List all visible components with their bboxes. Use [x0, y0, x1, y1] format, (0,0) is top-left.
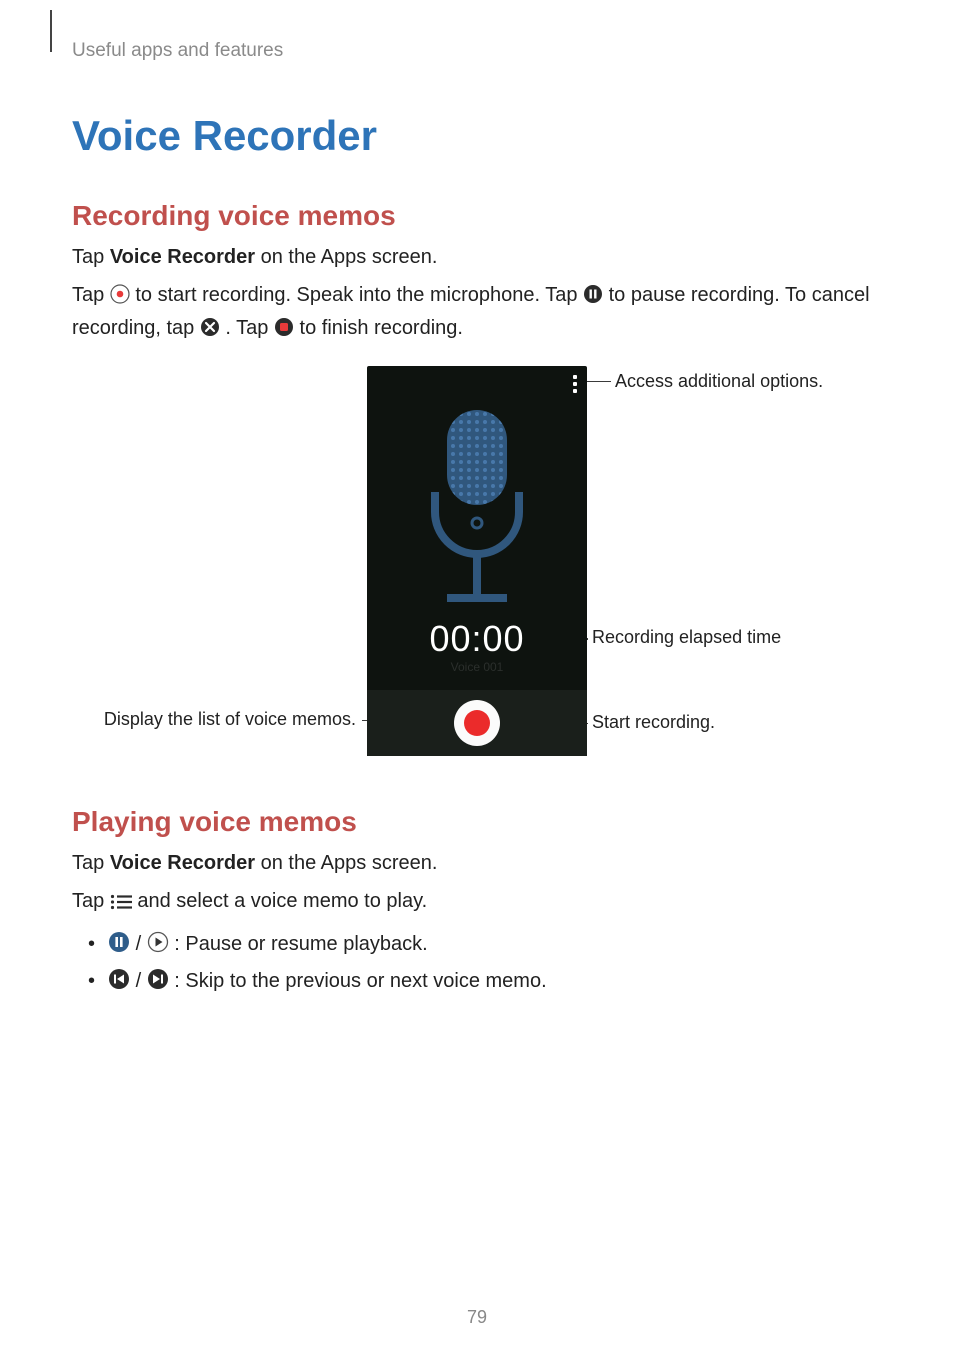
page-title: Voice Recorder	[72, 112, 882, 160]
callout-list: Display the list of voice memos.	[96, 709, 356, 730]
callout-record: Start recording.	[592, 712, 715, 733]
stop-icon	[274, 316, 294, 346]
section-heading-playing: Playing voice memos	[72, 806, 882, 838]
pause-filled-icon	[108, 930, 130, 964]
cancel-icon	[200, 316, 220, 346]
recording-paragraph-2: Tap to start recording. Speak into the m…	[72, 280, 882, 346]
timer-display: 00:00	[367, 618, 587, 660]
recording-paragraph-1: Tap Voice Recorder on the Apps screen.	[72, 242, 882, 272]
play-outline-icon	[147, 930, 169, 964]
microphone-icon	[417, 410, 537, 610]
page-number: 79	[0, 1307, 954, 1328]
callout-options: Access additional options.	[615, 371, 823, 392]
section-heading-recording: Recording voice memos	[72, 200, 882, 232]
playing-paragraph-2: Tap and select a voice memo to play.	[72, 886, 882, 919]
overflow-menu-icon[interactable]	[573, 372, 577, 396]
phone-screenshot: 00:00 Voice 001	[367, 366, 587, 756]
pause-icon	[583, 283, 603, 313]
list-icon	[110, 889, 132, 919]
playback-controls-list: / : Pause or resume playback. / : Skip t…	[72, 927, 882, 1001]
breadcrumb: Useful apps and features	[72, 40, 882, 62]
callout-elapsed: Recording elapsed time	[592, 627, 781, 648]
skip-prev-icon	[108, 967, 130, 1001]
list-item: / : Pause or resume playback.	[92, 927, 882, 964]
skip-next-icon	[147, 967, 169, 1001]
record-icon	[110, 283, 130, 313]
playing-paragraph-1: Tap Voice Recorder on the Apps screen.	[72, 848, 882, 878]
timer-subtext: Voice 001	[367, 660, 587, 674]
list-item: / : Skip to the previous or next voice m…	[92, 964, 882, 1001]
figure-voice-recorder: Display the list of voice memos. Access …	[72, 366, 882, 766]
record-button[interactable]	[454, 700, 500, 746]
